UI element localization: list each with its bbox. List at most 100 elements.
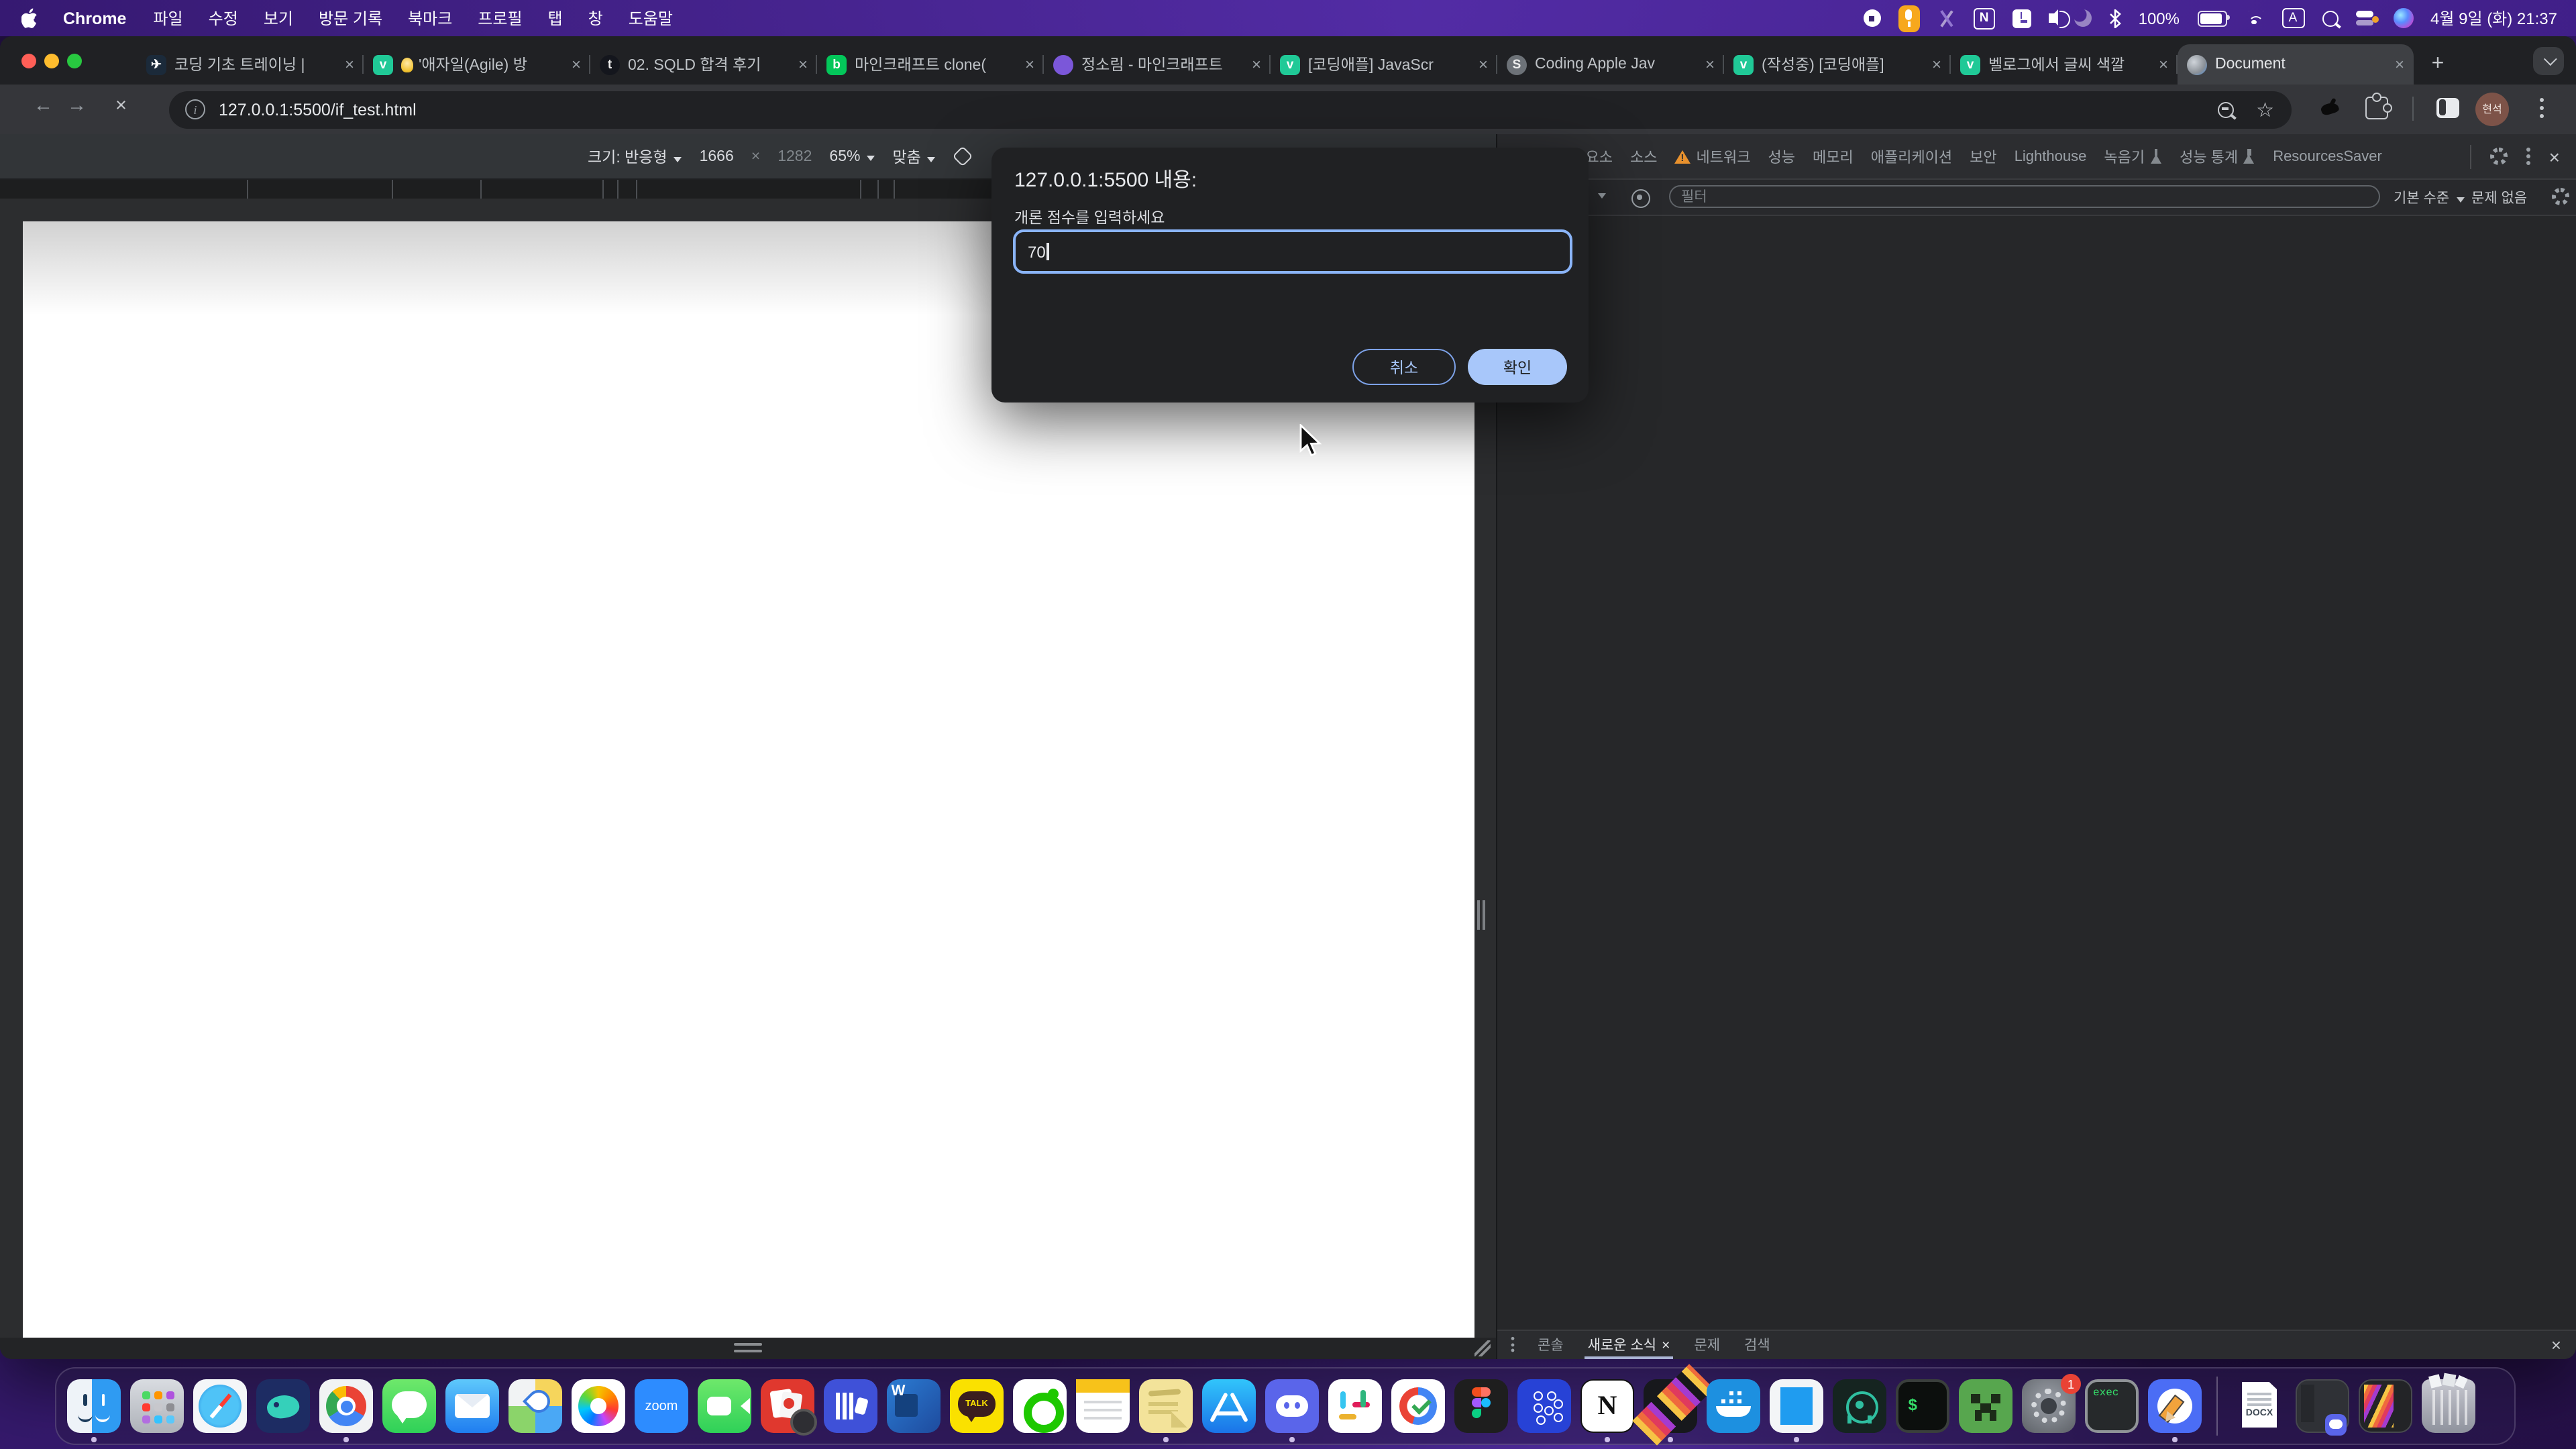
drawer-tab-0[interactable]: 콘솔 bbox=[1525, 1331, 1576, 1359]
dock-item-maps[interactable] bbox=[508, 1379, 562, 1433]
focus-moon-icon[interactable] bbox=[2074, 9, 2092, 27]
dock-item-discord[interactable] bbox=[1265, 1379, 1319, 1433]
apple-menu-icon[interactable] bbox=[21, 8, 39, 28]
issues-counter[interactable]: 문제 없음 bbox=[2471, 188, 2527, 208]
viewport-height-value[interactable]: 1282 bbox=[777, 148, 812, 164]
devtools-tab-7[interactable]: 보안 bbox=[1961, 134, 2006, 178]
dock-item-launchpad[interactable] bbox=[130, 1379, 184, 1433]
dock-item-word[interactable]: W bbox=[887, 1379, 941, 1433]
dock-item-gradient-stripes-app[interactable] bbox=[1644, 1379, 1697, 1433]
window-manager-icon[interactable] bbox=[2012, 9, 2031, 28]
dock-item-blue-dots-app[interactable] bbox=[1517, 1379, 1571, 1433]
dock-item-exec-terminal[interactable]: exec bbox=[2085, 1379, 2139, 1433]
log-level-select[interactable]: 기본 수준 bbox=[2394, 188, 2464, 208]
wifi-icon[interactable] bbox=[2244, 11, 2264, 25]
input-source-icon[interactable]: A bbox=[2282, 8, 2304, 28]
dock-item-kakaotalk[interactable]: TALK bbox=[950, 1379, 1004, 1433]
dock-item-whale[interactable] bbox=[256, 1379, 310, 1433]
devtools-tab-5[interactable]: 메모리 bbox=[1804, 134, 1862, 178]
spotlight-icon[interactable] bbox=[2322, 10, 2338, 26]
control-center-icon[interactable] bbox=[2355, 9, 2375, 27]
browser-tab-3[interactable]: b마인크래프트 clone(× bbox=[817, 44, 1044, 85]
menu-item-5[interactable]: 프로필 bbox=[478, 9, 522, 28]
drawer-close-icon[interactable]: × bbox=[2551, 1335, 2576, 1355]
dock-item-chrome[interactable] bbox=[319, 1379, 373, 1433]
browser-tab-0[interactable]: ✈코딩 기초 트레이닝 |× bbox=[137, 44, 364, 85]
dock-item-photoscape[interactable] bbox=[761, 1379, 814, 1433]
rabbit-extension-icon[interactable] bbox=[2318, 98, 2341, 119]
dock-item-discord-window-thumbnail[interactable] bbox=[2296, 1379, 2349, 1433]
devtools-tab-10[interactable]: 성능 통계 bbox=[2171, 134, 2264, 178]
bluetooth-icon[interactable] bbox=[2109, 9, 2121, 28]
tab-close-icon[interactable]: × bbox=[1025, 55, 1034, 74]
tab-close-icon[interactable]: × bbox=[1932, 55, 1941, 74]
tab-close-icon[interactable]: × bbox=[572, 55, 581, 74]
zoom-level-icon[interactable] bbox=[2217, 101, 2233, 117]
dock-item-vscode[interactable] bbox=[1770, 1379, 1823, 1433]
drawer-tab-1[interactable]: 새로운 소식× bbox=[1576, 1331, 1682, 1359]
active-app-name[interactable]: Chrome bbox=[63, 9, 126, 28]
bookmark-star-icon[interactable]: ☆ bbox=[2256, 97, 2274, 121]
devtools-tab-11[interactable]: ResourcesSaver bbox=[2264, 134, 2391, 178]
fit-select[interactable]: 맞춤 bbox=[892, 146, 935, 167]
prompt-input[interactable]: 70 bbox=[1013, 229, 1572, 274]
devtools-tab-6[interactable]: 애플리케이션 bbox=[1862, 134, 1961, 178]
devtools-tab-2[interactable]: 소스 bbox=[1621, 134, 1666, 178]
drawer-tab-close-icon[interactable]: × bbox=[1662, 1337, 1670, 1353]
traffic-close-button[interactable] bbox=[21, 53, 36, 68]
drawer-tab-2[interactable]: 문제 bbox=[1682, 1331, 1732, 1359]
browser-tab-1[interactable]: v'애자일(Agile) 방× bbox=[364, 44, 590, 85]
browser-tab-7[interactable]: v(작성중) [코딩애플]× bbox=[1724, 44, 1951, 85]
profile-avatar[interactable]: 현석 bbox=[2475, 93, 2509, 126]
devtools-close-icon[interactable]: × bbox=[2549, 147, 2560, 166]
device-size-select[interactable]: 크기: 반응형 bbox=[588, 146, 682, 167]
menu-item-7[interactable]: 창 bbox=[588, 9, 603, 28]
dock-item-task-rings-app[interactable] bbox=[1391, 1379, 1445, 1433]
browser-tab-4[interactable]: 정소림 - 마인크래프트× bbox=[1044, 44, 1271, 85]
side-panel-icon[interactable] bbox=[2436, 97, 2459, 117]
corner-resize-grip[interactable] bbox=[1474, 1340, 1491, 1356]
notion-menubar-icon[interactable]: N bbox=[1974, 7, 1995, 29]
dock-item-zoom[interactable]: zoom bbox=[635, 1379, 688, 1433]
dock-item-app-store[interactable] bbox=[1202, 1379, 1256, 1433]
new-tab-button[interactable]: + bbox=[2423, 50, 2453, 79]
drawer-tab-3[interactable]: 검색 bbox=[1732, 1331, 1782, 1359]
menu-item-2[interactable]: 보기 bbox=[264, 9, 293, 28]
dock-item-minecraft[interactable] bbox=[1959, 1379, 2012, 1433]
tab-close-icon[interactable]: × bbox=[1705, 55, 1715, 74]
menu-item-3[interactable]: 방문 기록 bbox=[319, 9, 382, 28]
browser-tab-5[interactable]: v[코딩애플] JavaScr× bbox=[1271, 44, 1497, 85]
menu-item-1[interactable]: 수정 bbox=[209, 9, 238, 28]
dock-item-pencil-app[interactable] bbox=[2148, 1379, 2202, 1433]
devtools-tab-8[interactable]: Lighthouse bbox=[2006, 134, 2096, 178]
dock-item-green-ring-app[interactable] bbox=[1013, 1379, 1067, 1433]
microphone-active-icon[interactable] bbox=[1898, 5, 1920, 32]
cancel-button[interactable]: 취소 bbox=[1352, 349, 1456, 385]
menu-item-6[interactable]: 탭 bbox=[548, 9, 563, 28]
siri-icon[interactable] bbox=[2393, 8, 2413, 28]
tab-close-icon[interactable]: × bbox=[345, 55, 354, 74]
traffic-zoom-button[interactable] bbox=[67, 53, 82, 68]
omnibox[interactable]: i 127.0.0.1:5500/if_test.html ☆ bbox=[169, 91, 2292, 128]
url-text[interactable]: 127.0.0.1:5500/if_test.html bbox=[219, 100, 417, 119]
live-expression-eye-icon[interactable] bbox=[1631, 189, 1650, 208]
devtools-menu-icon[interactable] bbox=[2526, 144, 2530, 168]
tab-close-icon[interactable]: × bbox=[2159, 55, 2168, 74]
dock-item-blue-lines-app[interactable] bbox=[824, 1379, 877, 1433]
tab-search-button[interactable] bbox=[2533, 47, 2564, 75]
dock-item-finder[interactable] bbox=[67, 1379, 121, 1433]
devtools-tab-3[interactable]: 네트워크 bbox=[1666, 134, 1760, 178]
viewport-resize-handle-bottom[interactable] bbox=[734, 1343, 762, 1355]
dock-item-notion[interactable]: N bbox=[1580, 1379, 1634, 1433]
tab-close-icon[interactable]: × bbox=[1252, 55, 1261, 74]
tab-close-icon[interactable]: × bbox=[1479, 55, 1488, 74]
dock-item-facetime[interactable] bbox=[698, 1379, 751, 1433]
dock-item-safari[interactable] bbox=[193, 1379, 247, 1433]
console-messages-area[interactable] bbox=[1497, 216, 2576, 1331]
extensions-puzzle-icon[interactable] bbox=[2365, 97, 2388, 119]
rotate-viewport-icon[interactable] bbox=[953, 146, 973, 166]
chrome-menu-icon[interactable] bbox=[2540, 98, 2545, 121]
menu-item-8[interactable]: 도움말 bbox=[629, 9, 673, 28]
forward-button[interactable]: → bbox=[67, 95, 87, 117]
dock-item-stickies[interactable] bbox=[1139, 1379, 1193, 1433]
